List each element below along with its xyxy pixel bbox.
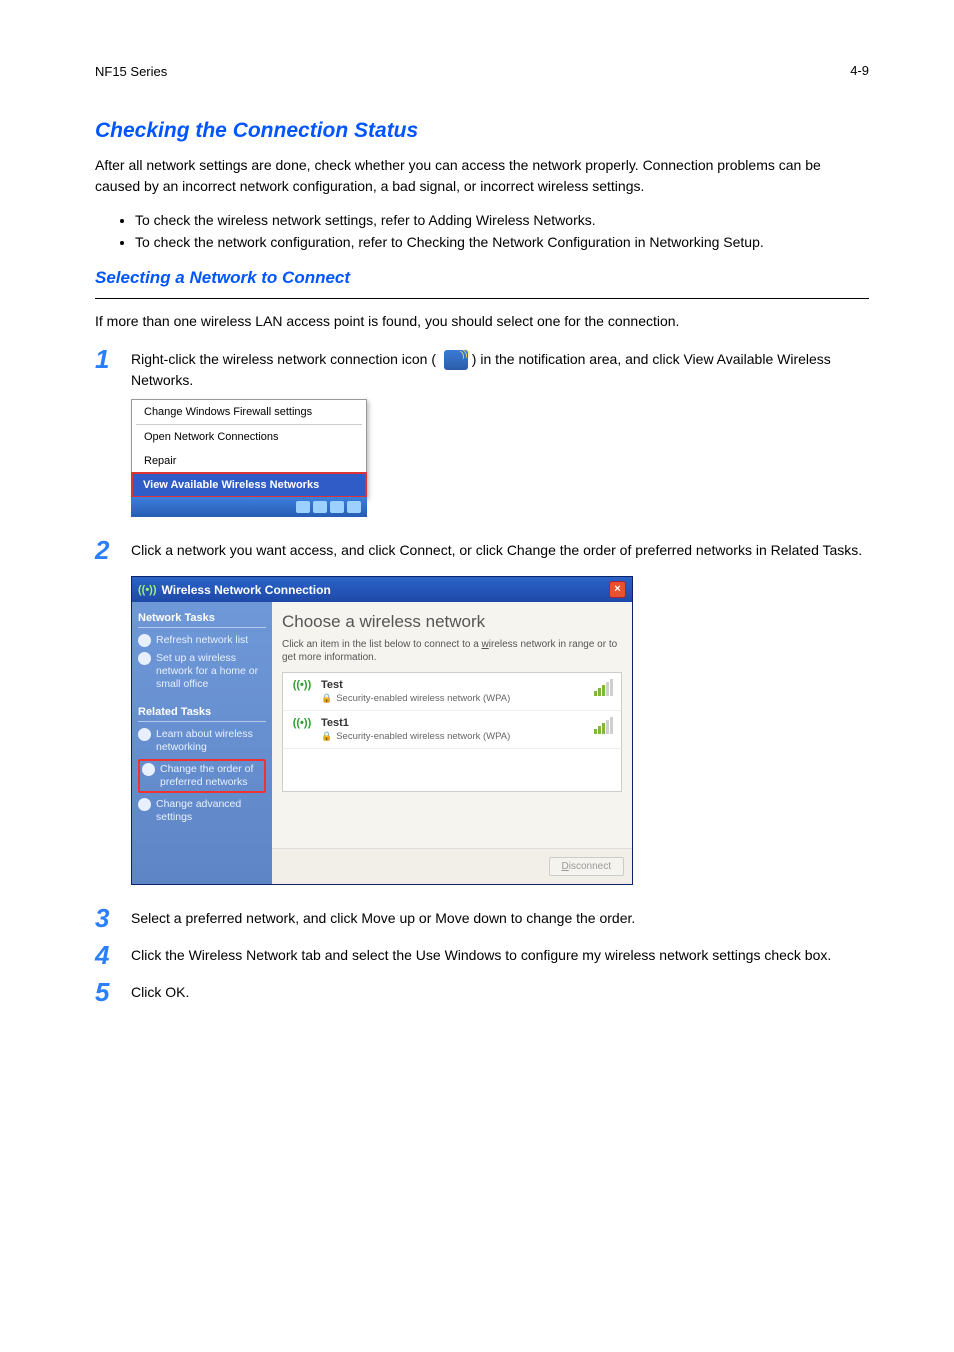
close-button[interactable]: × — [609, 581, 626, 598]
main-pane-subtitle: Click an item in the list below to conne… — [282, 638, 622, 664]
window-title: Wireless Network Connection — [162, 583, 331, 597]
network-item[interactable]: ((•)) Test 🔒 Security-enabled wireless n… — [283, 673, 621, 711]
subsection-intro: If more than one wireless LAN access poi… — [95, 311, 869, 332]
sidebar: Network Tasks Refresh network list Set u… — [132, 602, 272, 884]
sidebar-link-learn[interactable]: Learn about wireless networking — [138, 728, 266, 754]
tray-icon[interactable] — [347, 501, 361, 513]
doc-series: NF15 Series — [95, 64, 869, 79]
footer-bar: Disconnect — [272, 848, 632, 884]
setup-icon — [138, 652, 151, 665]
page-number: 4-9 — [850, 63, 869, 78]
sidebar-heading: Related Tasks — [138, 706, 266, 722]
wireless-window-screenshot: ((•)) Wireless Network Connection × Netw… — [131, 576, 869, 885]
antenna-icon: ((•)) — [138, 584, 157, 596]
step-text: Click a network you want access, and cli… — [131, 535, 862, 561]
context-menu-item[interactable]: Open Network Connections — [132, 425, 366, 449]
step-row: 4 Click the Wireless Network tab and sel… — [95, 940, 869, 971]
sidebar-link-setup[interactable]: Set up a wireless network for a home or … — [138, 652, 266, 691]
network-security-label: Security-enabled wireless network (WPA) — [336, 731, 510, 742]
wireless-tray-icon — [444, 350, 468, 370]
sidebar-link-advanced[interactable]: Change advanced settings — [138, 798, 266, 824]
network-list: ((•)) Test 🔒 Security-enabled wireless n… — [282, 672, 622, 792]
wireless-window: ((•)) Wireless Network Connection × Netw… — [131, 576, 633, 885]
antenna-icon: ((•)) — [291, 717, 313, 729]
tray-icon[interactable] — [330, 501, 344, 513]
context-menu-item[interactable]: Repair — [132, 449, 366, 473]
step-number: 1 — [95, 344, 131, 375]
network-name: Test — [321, 679, 586, 691]
subsection-title-select-network: Selecting a Network to Connect — [95, 268, 869, 288]
antenna-icon: ((•)) — [291, 679, 313, 691]
step-text: Select a preferred network, and click Mo… — [131, 903, 635, 929]
step-number: 5 — [95, 977, 131, 1008]
main-pane-title: Choose a wireless network — [282, 612, 632, 632]
context-menu-item[interactable]: Change Windows Firewall settings — [132, 400, 366, 424]
doc-header: NF15 Series 4-9 — [95, 64, 869, 79]
section-intro-paragraph: After all network settings are done, che… — [95, 155, 869, 197]
divider — [95, 298, 869, 299]
star-icon — [142, 763, 155, 776]
lock-icon: 🔒 — [321, 693, 332, 704]
disconnect-button[interactable]: Disconnect — [549, 857, 624, 876]
bullet-list: To check the wireless network settings, … — [95, 209, 869, 254]
tray-icon[interactable] — [296, 501, 310, 513]
step-row: 3 Select a preferred network, and click … — [95, 903, 869, 934]
signal-bars-icon — [594, 717, 613, 734]
section-title-connection-status: Checking the Connection Status — [95, 119, 869, 143]
signal-bars-icon — [594, 679, 613, 696]
step-row: 1 Right-click the wireless network conne… — [95, 344, 869, 391]
network-item[interactable]: ((•)) Test1 🔒 Security-enabled wireless … — [283, 711, 621, 749]
context-menu-item-highlighted[interactable]: View Available Wireless Networks — [131, 472, 367, 498]
refresh-icon — [138, 634, 151, 647]
network-security-label: Security-enabled wireless network (WPA) — [336, 693, 510, 704]
lock-icon: 🔒 — [321, 731, 332, 742]
step-row: 5 Click OK. — [95, 977, 869, 1008]
step-text: Click OK. — [131, 977, 189, 1003]
step-text: Right-click the wireless network connect… — [131, 344, 869, 391]
sidebar-link-refresh[interactable]: Refresh network list — [138, 634, 266, 647]
step-number: 2 — [95, 535, 131, 566]
bullet-item: To check the network configuration, refe… — [135, 231, 869, 253]
step-number: 4 — [95, 940, 131, 971]
step-text: Click the Wireless Network tab and selec… — [131, 940, 831, 966]
context-menu-screenshot: Change Windows Firewall settings Open Ne… — [131, 399, 869, 517]
main-pane: Choose a wireless network Click an item … — [272, 602, 632, 884]
context-menu: Change Windows Firewall settings Open Ne… — [131, 399, 367, 498]
step-number: 3 — [95, 903, 131, 934]
tray-icon[interactable] — [313, 501, 327, 513]
bullet-item: To check the wireless network settings, … — [135, 209, 869, 231]
titlebar: ((•)) Wireless Network Connection × — [132, 577, 632, 602]
info-icon — [138, 728, 151, 741]
taskbar — [131, 497, 367, 517]
gear-icon — [138, 798, 151, 811]
step-row: 2 Click a network you want access, and c… — [95, 535, 869, 566]
sidebar-link-change-order[interactable]: Change the order of preferred networks — [138, 759, 266, 793]
network-name: Test1 — [321, 717, 586, 729]
sidebar-heading: Network Tasks — [138, 612, 266, 628]
